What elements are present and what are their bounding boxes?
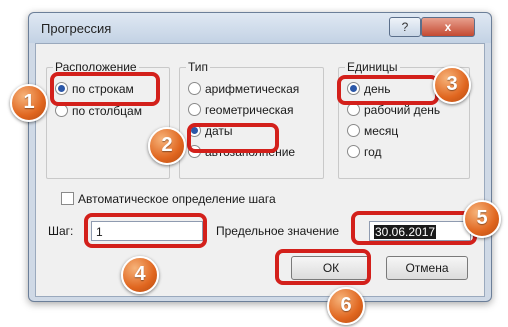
type-option-label: геометрическая bbox=[205, 103, 294, 117]
step-badge-5: 5 bbox=[463, 200, 501, 238]
limit-label: Предельное значение bbox=[216, 224, 340, 238]
type-option-arithmetic[interactable]: арифметическая bbox=[188, 82, 299, 96]
type-group-legend: Тип bbox=[186, 60, 211, 74]
cancel-button[interactable]: Отмена bbox=[386, 256, 468, 280]
type-option-label: арифметическая bbox=[205, 82, 300, 96]
step-badge-4: 4 bbox=[121, 256, 159, 294]
highlight-layout-rows bbox=[50, 72, 160, 106]
layout-option-columns[interactable]: по столбцам bbox=[55, 104, 142, 118]
units-option-label: год bbox=[364, 145, 382, 159]
dialog-title: Прогрессия bbox=[41, 21, 112, 36]
step-badge-3: 3 bbox=[433, 66, 471, 104]
radio-icon[interactable] bbox=[188, 82, 201, 96]
step-badge-6: 6 bbox=[327, 287, 365, 325]
help-button[interactable]: ? bbox=[389, 17, 421, 37]
radio-icon[interactable] bbox=[55, 104, 68, 118]
radio-icon[interactable] bbox=[347, 145, 360, 159]
radio-icon[interactable] bbox=[347, 103, 360, 117]
radio-icon[interactable] bbox=[347, 124, 360, 138]
units-option-workday[interactable]: рабочий день bbox=[347, 103, 440, 117]
units-option-month[interactable]: месяц bbox=[347, 124, 398, 138]
radio-icon[interactable] bbox=[188, 103, 201, 117]
step-badge-1: 1 bbox=[10, 84, 48, 122]
type-option-geometric[interactable]: геометрическая bbox=[188, 103, 293, 117]
step-badge-2: 2 bbox=[148, 127, 186, 165]
progression-dialog: Прогрессия ? x Расположение по строкам п… bbox=[28, 12, 492, 302]
layout-option-label: по столбцам bbox=[72, 104, 142, 118]
units-option-year[interactable]: год bbox=[347, 145, 382, 159]
highlight-step-input bbox=[84, 213, 207, 248]
close-button[interactable]: x bbox=[421, 17, 475, 37]
highlight-units-day bbox=[337, 75, 439, 105]
units-option-label: месяц bbox=[364, 124, 399, 138]
auto-step-label: Автоматическое определение шага bbox=[78, 192, 276, 206]
highlight-type-dates bbox=[187, 123, 279, 153]
highlight-ok-button bbox=[275, 249, 371, 285]
units-option-label: рабочий день bbox=[364, 103, 441, 117]
checkbox-icon[interactable] bbox=[61, 192, 74, 206]
step-label: Шаг: bbox=[48, 224, 74, 238]
title-bar[interactable]: Прогрессия ? x bbox=[29, 13, 491, 43]
highlight-limit-input bbox=[351, 211, 477, 245]
auto-step-checkbox[interactable]: Автоматическое определение шага bbox=[61, 192, 276, 206]
units-group-legend: Единицы bbox=[345, 60, 400, 74]
